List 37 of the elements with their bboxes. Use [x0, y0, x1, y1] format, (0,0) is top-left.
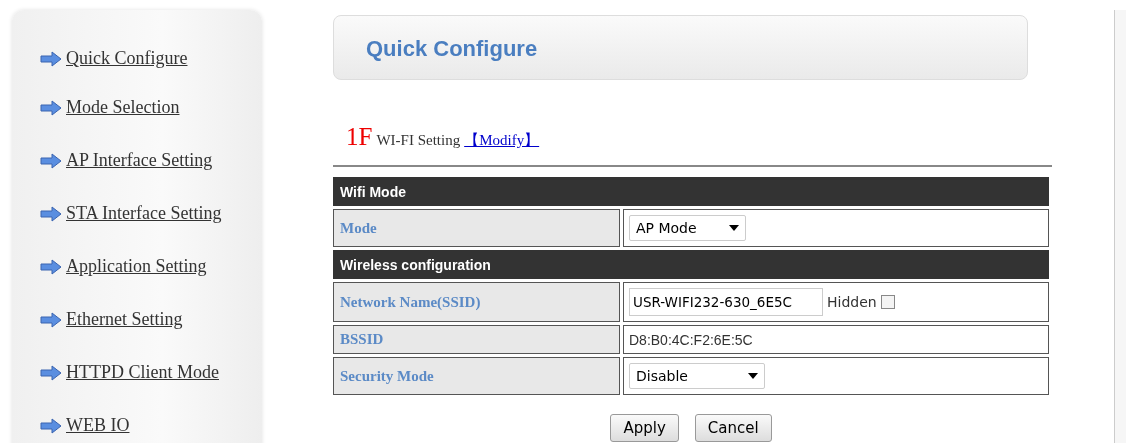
arrow-icon: [40, 50, 62, 67]
sidebar-link[interactable]: Quick Configure: [66, 48, 188, 69]
input-field[interactable]: USR-WIFI232-630_6E5C: [629, 288, 823, 316]
sidebar-link[interactable]: Mode Selection: [66, 97, 180, 118]
label-cell: BSSID: [333, 325, 620, 354]
section-number: 1F: [346, 123, 373, 151]
label-cell: Mode: [333, 209, 620, 247]
arrow-icon: [40, 152, 62, 169]
arrow-icon: [40, 205, 62, 222]
cancel-button[interactable]: Cancel: [694, 414, 772, 442]
caret-icon: [729, 225, 739, 231]
sidebar-link[interactable]: Ethernet Setting: [66, 309, 183, 330]
apply-button[interactable]: Apply: [610, 414, 679, 442]
checkbox[interactable]: [880, 295, 895, 309]
sidebar-link[interactable]: STA Interface Setting: [66, 203, 222, 224]
arrow-icon: [40, 99, 62, 116]
sidebar-link[interactable]: HTTPD Client Mode: [66, 362, 219, 383]
dropdown[interactable]: AP Mode: [629, 215, 746, 241]
checkbox-label: Hidden: [827, 294, 877, 310]
caret-icon: [748, 373, 758, 379]
arrow-icon: [40, 417, 62, 434]
sidebar-link[interactable]: AP Interface Setting: [66, 150, 213, 171]
section-header: Wireless configuration: [333, 250, 1049, 279]
sidebar-link[interactable]: Application Setting: [66, 256, 207, 277]
section-header: Wifi Mode: [333, 177, 1049, 206]
dropdown[interactable]: Disable: [629, 363, 765, 389]
section-title: WI-FI Setting: [376, 132, 461, 149]
arrow-icon: [40, 258, 62, 275]
sidebar-link[interactable]: WEB IO: [66, 415, 130, 436]
arrow-icon: [40, 364, 62, 381]
label-cell: Security Mode: [333, 357, 620, 395]
scrollbar[interactable]: [1114, 10, 1126, 443]
page-title: Quick Configure: [366, 36, 538, 61]
modify-link[interactable]: 【Modify】: [464, 131, 540, 150]
value-text: D8:B0:4C:F2:6E:5C: [629, 331, 753, 348]
label-cell: Network Name(SSID): [333, 282, 620, 322]
arrow-icon: [40, 311, 62, 328]
